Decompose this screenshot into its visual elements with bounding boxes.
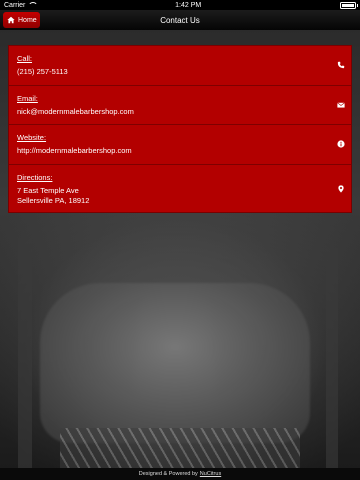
background-chair-base (60, 428, 300, 468)
page-title: Contact Us (160, 15, 200, 25)
contact-label: Call: (17, 54, 33, 63)
contact-value: (215) 257-5113 (17, 67, 68, 76)
envelope-icon (337, 102, 345, 108)
contact-list: Call: (215) 257-5113 Email: nick@modernm… (8, 45, 352, 213)
home-icon (7, 16, 15, 24)
battery-icon (340, 1, 358, 9)
nav-bar: Home Contact Us (0, 10, 360, 30)
contact-value: nick@modernmalebarbershop.com (17, 106, 134, 116)
carrier-label: Carrier (4, 1, 26, 9)
background-post-left (18, 238, 32, 468)
status-bar: Carrier 1:42 PM (0, 0, 360, 10)
battery-fill (342, 3, 354, 7)
map-pin-icon (338, 184, 344, 193)
contact-label: Website: (17, 133, 47, 142)
contact-value-line2: Sellersville PA, 18912 (17, 195, 90, 205)
home-button-label: Home (18, 16, 37, 24)
contact-label: Email: (17, 93, 38, 103)
contact-row-directions[interactable]: Directions: 7 East Temple Ave Sellersvil… (9, 165, 351, 213)
footer-text: Designed & Powered by (138, 471, 198, 477)
contact-row-call[interactable]: Call: (215) 257-5113 (9, 46, 351, 86)
footer-link-nucitrus[interactable]: NuCitrus (200, 471, 221, 477)
footer: Designed & Powered by NuCitrus (0, 468, 360, 480)
background-post-right (326, 248, 338, 468)
background-barber-chair (40, 283, 310, 443)
contact-value: http://modernmalebarbershop.com (17, 146, 132, 155)
contact-label: Directions: (17, 172, 53, 182)
contact-row-email[interactable]: Email: nick@modernmalebarbershop.com (9, 86, 351, 125)
contact-row-website[interactable]: Website: http://modernmalebarbershop.com (9, 125, 351, 165)
home-button[interactable]: Home (3, 12, 40, 28)
wifi-icon (28, 2, 39, 8)
info-icon (337, 140, 345, 148)
contact-value-line1: 7 East Temple Ave (17, 185, 79, 195)
status-time: 1:42 PM (175, 1, 202, 9)
phone-icon (337, 62, 345, 69)
